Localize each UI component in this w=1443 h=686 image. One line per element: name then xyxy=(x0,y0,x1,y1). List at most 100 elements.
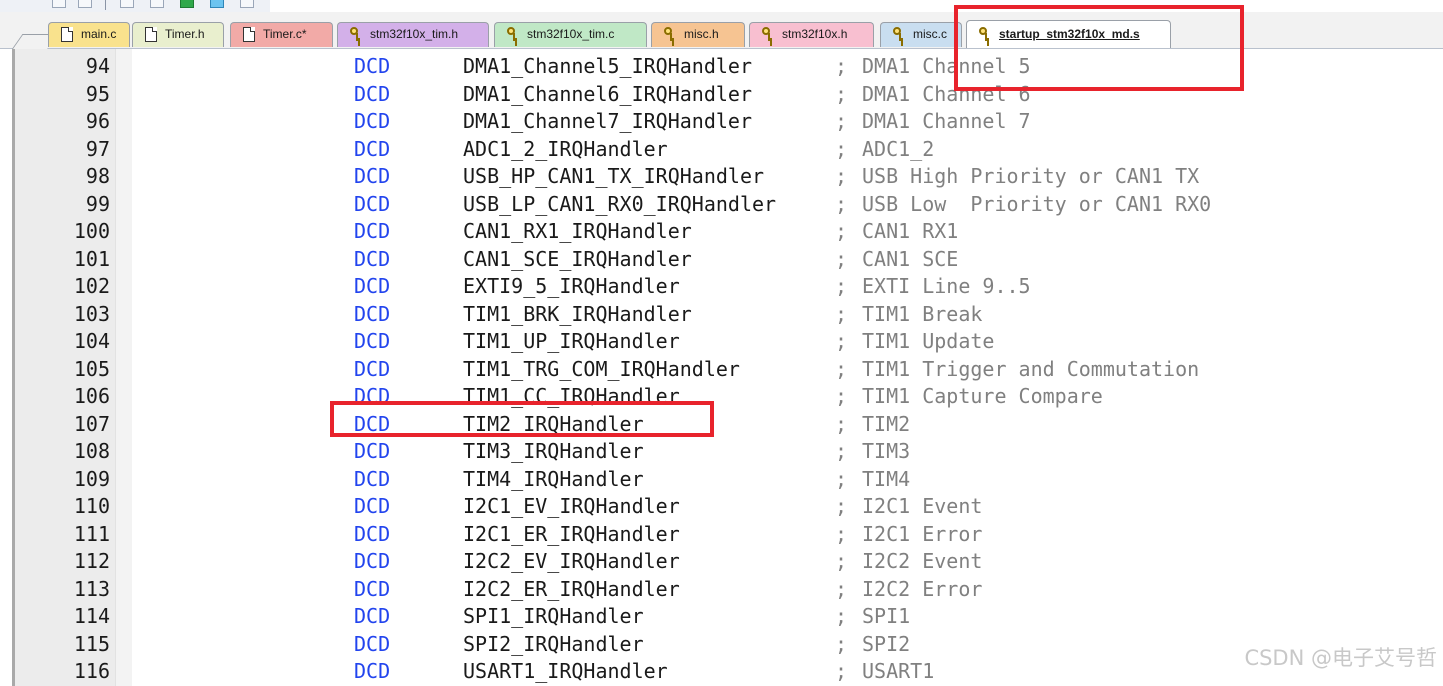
handler-symbol: TIM1_UP_IRQHandler xyxy=(463,329,680,353)
code-line[interactable]: 99 DCD USB_LP_CAN1_RX0_IRQHandler; USB Low … xyxy=(0,191,1443,218)
comment-marker: ; xyxy=(835,81,848,106)
highlight-box-tab xyxy=(954,5,1244,91)
directive-keyword: DCD xyxy=(354,136,391,161)
tab-misc-h[interactable]: misc.h xyxy=(651,22,745,47)
comment-marker: ; xyxy=(835,136,848,161)
wizard-icon[interactable] xyxy=(78,0,92,8)
directive-keyword: DCD xyxy=(354,466,391,491)
comment-text: I2C2 Error xyxy=(862,576,983,601)
handler-symbol: DMA1_Channel6_IRQHandler xyxy=(463,81,752,106)
handler-symbol: SPI1_IRQHandler xyxy=(463,604,644,628)
line-number: 102 xyxy=(73,274,110,298)
line-number: 103 xyxy=(73,301,110,326)
directive-keyword: DCD xyxy=(354,246,391,271)
directive-keyword: DCD xyxy=(354,576,391,601)
locked-file-icon xyxy=(762,27,776,41)
code-line[interactable]: 115 DCD SPI2_IRQHandler; SPI2 xyxy=(0,631,1443,658)
image-icon[interactable] xyxy=(240,0,254,8)
code-line[interactable]: 106 DCD TIM1_CC_IRQHandler; TIM1 Capture Co… xyxy=(0,383,1443,410)
directive-keyword: DCD xyxy=(354,494,391,518)
comment-text: TIM4 xyxy=(862,466,911,491)
code-line[interactable]: 104 DCD TIM1_UP_IRQHandler; TIM1 Update xyxy=(0,328,1443,355)
code-editor[interactable]: 94 DCD DMA1_Channel5_IRQHandler; DMA1 Chann… xyxy=(0,49,1443,686)
directive-keyword: DCD xyxy=(354,659,391,683)
comment-text: TIM1 Update xyxy=(862,329,995,353)
handler-symbol: ADC1_2_IRQHandler xyxy=(463,136,668,161)
tab-label: misc.c xyxy=(913,27,947,41)
copy-icon[interactable] xyxy=(150,0,164,8)
handler-symbol: TIM4_IRQHandler xyxy=(463,466,644,491)
watermark: CSDN @电子艾号哲 xyxy=(1244,646,1437,670)
code-line[interactable]: 109 DCD TIM4_IRQHandler; TIM4 xyxy=(0,466,1443,493)
comment-marker: ; xyxy=(835,631,848,656)
directive-keyword: DCD xyxy=(354,54,391,78)
line-number: 101 xyxy=(73,246,110,271)
comment-marker: ; xyxy=(835,274,848,298)
comment-text: USB Low Priority or CAN1 RX0 xyxy=(862,191,1212,216)
diamond-icon[interactable] xyxy=(210,0,224,8)
comment-marker: ; xyxy=(835,301,848,326)
comment-text: I2C2 Event xyxy=(862,549,983,573)
handler-symbol: USART1_IRQHandler xyxy=(463,659,668,683)
comment-text: SPI2 xyxy=(862,631,911,656)
tab-label: Timer.c* xyxy=(263,27,307,41)
comment-text: USB High Priority or CAN1 TX xyxy=(862,164,1200,188)
comment-marker: ; xyxy=(835,109,848,133)
window-icon[interactable] xyxy=(120,0,134,8)
code-line[interactable]: 98 DCD USB_HP_CAN1_TX_IRQHandler; USB High … xyxy=(0,163,1443,190)
code-line[interactable]: 116 DCD USART1_IRQHandler; USART1 xyxy=(0,658,1443,685)
code-line[interactable]: 110 DCD I2C1_EV_IRQHandler; I2C1 Event xyxy=(0,493,1443,520)
comment-text: TIM1 Break xyxy=(862,301,983,326)
code-line[interactable]: 112 DCD I2C2_EV_IRQHandler; I2C2 Event xyxy=(0,548,1443,575)
tab-label: misc.h xyxy=(684,27,719,41)
line-number: 110 xyxy=(73,494,110,518)
handler-symbol: I2C2_EV_IRQHandler xyxy=(463,549,680,573)
comment-marker: ; xyxy=(835,576,848,601)
tab-timer-c[interactable]: Timer.c* xyxy=(230,22,333,47)
directive-keyword: DCD xyxy=(354,219,391,243)
code-line[interactable]: 100 DCD CAN1_RX1_IRQHandler; CAN1 RX1 xyxy=(0,218,1443,245)
handler-symbol: I2C1_ER_IRQHandler xyxy=(463,521,680,546)
comment-marker: ; xyxy=(835,384,848,408)
comment-text: TIM1 Trigger and Commutation xyxy=(862,356,1200,381)
highlight-box-tim2 xyxy=(330,401,714,437)
code-line[interactable]: 102 DCD EXTI9_5_IRQHandler; EXTI Line 9..5 xyxy=(0,273,1443,300)
code-line[interactable]: 111 DCD I2C1_ER_IRQHandler; I2C1 Error xyxy=(0,521,1443,548)
code-line[interactable]: 108 DCD TIM3_IRQHandler; TIM3 xyxy=(0,438,1443,465)
line-number: 106 xyxy=(73,384,110,408)
comment-marker: ; xyxy=(835,659,848,683)
tab-timer-h[interactable]: Timer.h xyxy=(132,22,224,47)
directive-keyword: DCD xyxy=(354,631,391,656)
comment-marker: ; xyxy=(835,356,848,381)
code-line[interactable]: 114 DCD SPI1_IRQHandler; SPI1 xyxy=(0,603,1443,630)
line-number: 107 xyxy=(73,411,110,436)
dropdown-icon[interactable] xyxy=(52,0,66,8)
code-line[interactable]: 107 DCD TIM2_IRQHandler; TIM2 xyxy=(0,411,1443,438)
line-number: 94 xyxy=(85,54,110,78)
handler-symbol: EXTI9_5_IRQHandler xyxy=(463,274,680,298)
tab-misc-c[interactable]: misc.c xyxy=(880,22,962,47)
code-line[interactable]: 105 DCD TIM1_TRG_COM_IRQHandler; TIM1 Trigg… xyxy=(0,356,1443,383)
tab-stm32f10x-tim-c[interactable]: stm32f10x_tim.c xyxy=(494,22,647,47)
document-icon xyxy=(145,27,157,42)
comment-text: USART1 xyxy=(862,659,935,683)
handler-symbol: CAN1_RX1_IRQHandler xyxy=(463,219,692,243)
code-line[interactable]: 97 DCD ADC1_2_IRQHandler; ADC1_2 xyxy=(0,136,1443,163)
tab-stm32f10x-tim-h[interactable]: stm32f10x_tim.h xyxy=(337,22,489,47)
directive-keyword: DCD xyxy=(354,109,391,133)
download-icon[interactable] xyxy=(180,0,194,8)
code-line[interactable]: 103 DCD TIM1_BRK_IRQHandler; TIM1 Break xyxy=(0,301,1443,328)
tab-label: main.c xyxy=(81,27,117,41)
comment-text: SPI1 xyxy=(862,604,911,628)
line-number: 109 xyxy=(73,466,110,491)
code-line[interactable]: 113 DCD I2C2_ER_IRQHandler; I2C2 Error xyxy=(0,576,1443,603)
tab-stm32f10x-h[interactable]: stm32f10x.h xyxy=(749,22,874,47)
directive-keyword: DCD xyxy=(354,521,391,546)
tab-main-c[interactable]: main.c xyxy=(48,22,130,47)
code-line[interactable]: 96 DCD DMA1_Channel7_IRQHandler; DMA1 Chann… xyxy=(0,108,1443,135)
line-number: 99 xyxy=(85,191,110,216)
code-line[interactable]: 101 DCD CAN1_SCE_IRQHandler; CAN1 SCE xyxy=(0,246,1443,273)
comment-marker: ; xyxy=(835,54,848,78)
handler-symbol: I2C2_ER_IRQHandler xyxy=(463,576,680,601)
comment-text: DMA1 Channel 7 xyxy=(862,109,1031,133)
